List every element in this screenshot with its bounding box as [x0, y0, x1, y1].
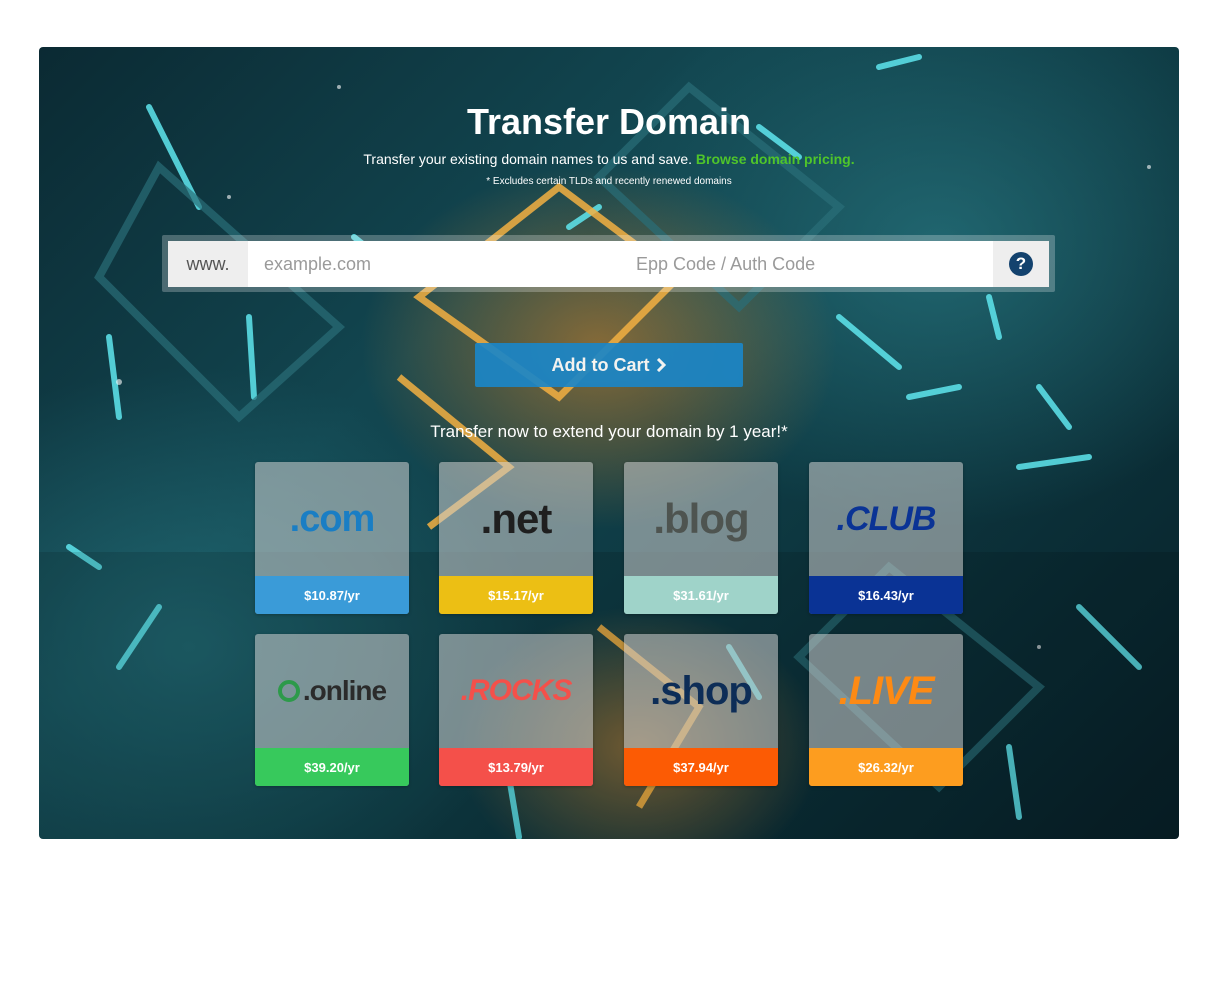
- tld-card-shop[interactable]: .shop $37.94/yr: [624, 634, 778, 786]
- net-logo: .net: [439, 462, 593, 576]
- promo-text: Transfer now to extend your domain by 1 …: [430, 422, 788, 441]
- help-button[interactable]: ?: [993, 241, 1049, 287]
- transfer-search-bar: www. ?: [168, 241, 1049, 287]
- tld-price-live: $26.32/yr: [809, 748, 963, 786]
- tld-price-club: $16.43/yr: [809, 576, 963, 614]
- browse-pricing-link[interactable]: Browse domain pricing.: [696, 151, 855, 167]
- net-logo-text: .net: [480, 495, 553, 542]
- tld-card-club[interactable]: .CLUB $16.43/yr: [809, 462, 963, 614]
- tld-card-net[interactable]: .net $15.17/yr: [439, 462, 593, 614]
- shop-logo: .shop: [624, 634, 778, 748]
- lower-band: [39, 552, 1179, 839]
- tld-price-com: $10.87/yr: [255, 576, 409, 614]
- rocks-logo-text: .ROCKS: [460, 674, 573, 707]
- epp-code-input[interactable]: [620, 241, 993, 287]
- tld-price-blog: $31.61/yr: [624, 576, 778, 614]
- page-subtitle: Transfer your existing domain names to u…: [39, 151, 1179, 167]
- tld-card-blog[interactable]: .blog $31.61/yr: [624, 462, 778, 614]
- chevron-right-icon: [656, 358, 666, 372]
- tld-card-online[interactable]: .online $39.20/yr: [255, 634, 409, 786]
- add-to-cart-label: Add to Cart: [551, 354, 650, 375]
- tld-price-shop: $37.94/yr: [624, 748, 778, 786]
- live-logo: .LIVE: [809, 634, 963, 748]
- globe-icon: [277, 680, 300, 702]
- blog-logo-text: .blog: [653, 495, 749, 542]
- tld-card-live[interactable]: .LIVE $26.32/yr: [809, 634, 963, 786]
- blog-logo: .blog: [624, 462, 778, 576]
- exclusion-note: * Excludes certain TLDs and recently ren…: [486, 176, 732, 187]
- www-prefix: www.: [168, 241, 248, 287]
- com-logo-text: .com: [289, 497, 376, 540]
- rocks-logo: .ROCKS: [439, 634, 593, 748]
- page-title: Transfer Domain: [466, 101, 752, 142]
- domain-input[interactable]: [248, 241, 620, 287]
- question-icon: ?: [1009, 252, 1033, 276]
- shop-logo-text: .shop: [650, 668, 753, 713]
- tld-price-rocks: $13.79/yr: [439, 748, 593, 786]
- add-to-cart-button[interactable]: Add to Cart: [475, 343, 743, 387]
- com-logo: .com: [255, 462, 409, 576]
- tld-price-net: $15.17/yr: [439, 576, 593, 614]
- club-logo: .CLUB: [809, 462, 963, 576]
- transfer-hero: Transfer Domain Transfer your existing d…: [39, 47, 1179, 839]
- tld-card-com[interactable]: .com $10.87/yr: [255, 462, 409, 614]
- club-logo-text: .CLUB: [836, 499, 937, 538]
- live-logo-text: .LIVE: [838, 668, 934, 713]
- tld-card-rocks[interactable]: .ROCKS $13.79/yr: [439, 634, 593, 786]
- tld-price-online: $39.20/yr: [255, 748, 409, 786]
- subtitle-text: Transfer your existing domain names to u…: [363, 151, 693, 167]
- online-logo: .online: [255, 634, 409, 748]
- online-logo-text: .online: [302, 675, 387, 706]
